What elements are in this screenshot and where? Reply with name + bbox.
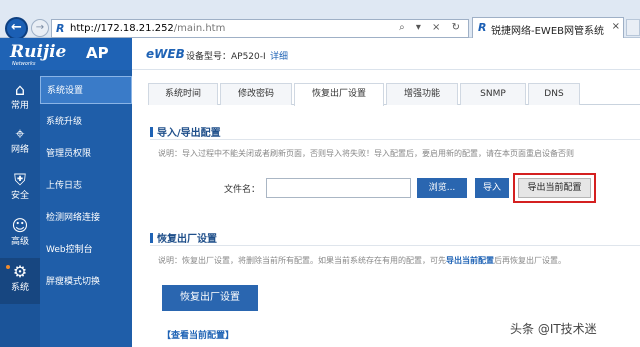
brand-subtitle: Networks <box>12 61 36 67</box>
tab-enhanced[interactable]: 增强功能 <box>386 83 458 105</box>
detail-link[interactable]: 详细 <box>270 49 288 62</box>
tab-title: 锐捷网络-EWEB网管系统 <box>491 26 604 37</box>
menu-network-check[interactable]: 检测网络连接 <box>40 204 132 232</box>
brand-ap: AP <box>86 44 109 62</box>
view-config-link[interactable]: 【查看当前配置】 <box>162 328 234 341</box>
menu-system-upgrade[interactable]: 系统升级 <box>40 108 132 136</box>
tab-change-password[interactable]: 修改密码 <box>220 83 292 105</box>
user-gear-icon: ☺ <box>11 216 29 235</box>
forward-icon[interactable]: → <box>31 19 49 37</box>
network-icon: ⌖ <box>15 124 25 143</box>
sidebar-icon-label: 网络 <box>10 145 29 155</box>
export-config-button[interactable]: 导出当前配置 <box>518 178 591 198</box>
file-name-label: 文件名： <box>224 185 261 195</box>
sidebar-icon-security[interactable]: ⛨ 安全 <box>0 166 40 212</box>
address-actions-icon[interactable]: ⌕ ▾ × ↻ <box>399 22 464 33</box>
home-icon: ⌂ <box>14 80 26 99</box>
restore-title: 恢复出厂设置 <box>150 230 217 245</box>
menu-web-console[interactable]: Web控制台 <box>40 236 132 264</box>
file-name-input[interactable] <box>266 178 411 198</box>
settings-tabs: 系统时间 修改密码 恢复出厂设置 增强功能 SNMP DNS <box>148 83 640 106</box>
notification-dot <box>6 265 10 269</box>
sidebar-icon-label: 高级 <box>10 237 29 247</box>
section-divider <box>150 139 640 140</box>
tab-system-time[interactable]: 系统时间 <box>148 83 218 105</box>
import-button[interactable]: 导入 <box>475 178 509 198</box>
tab-factory-reset[interactable]: 恢复出厂设置 <box>294 83 384 106</box>
export-config-link[interactable]: 导出当前配置 <box>446 256 494 265</box>
browse-button[interactable]: 浏览... <box>417 178 467 198</box>
sidebar-icon-label: 常用 <box>10 101 29 111</box>
sidebar-icon-label: 系统 <box>10 283 29 293</box>
tab-dns[interactable]: DNS <box>528 83 580 105</box>
import-export-title: 导入/导出配置 <box>150 124 221 139</box>
sidebar-icon-common[interactable]: ⌂ 常用 <box>0 76 40 122</box>
factory-reset-button[interactable]: 恢复出厂设置 <box>162 285 258 311</box>
section-marker <box>150 233 153 243</box>
watermark: 头条 @IT技术迷 <box>510 322 597 336</box>
restore-note: 说明：恢复出厂设置，将删除当前所有配置。如果当前系统存在有用的配置，可先导出当前… <box>158 256 566 265</box>
site-favicon-icon: R <box>56 22 65 35</box>
new-tab-button[interactable] <box>626 19 640 36</box>
device-model: 设备型号：AP520-I <box>186 52 266 62</box>
sidebar-icon-label: 安全 <box>10 191 29 201</box>
shield-icon: ⛨ <box>13 170 26 189</box>
tab-snmp[interactable]: SNMP <box>460 83 526 105</box>
url-text[interactable]: http://172.18.21.252/main.htm <box>70 23 225 34</box>
eweb-logo: eWEB <box>146 47 185 61</box>
back-icon[interactable]: ← <box>5 17 28 40</box>
tab-favicon-icon: R <box>478 21 487 34</box>
address-bar[interactable]: R http://172.18.21.252/main.htm ⌕ ▾ × ↻ <box>51 19 469 38</box>
menu-fat-thin-switch[interactable]: 胖瘦模式切换 <box>40 268 132 296</box>
menu-admin-permission[interactable]: 管理员权限 <box>40 140 132 168</box>
brand-logo: Ruijie <box>10 42 67 62</box>
section-divider <box>150 245 640 246</box>
menu-upload-log[interactable]: 上传日志 <box>40 172 132 200</box>
import-export-note: 说明：导入过程中不能关闭或者刷新页面，否则导入将失败！导入配置后，要启用新的配置… <box>158 149 574 158</box>
sidebar-icon-advanced[interactable]: ☺ 高级 <box>0 212 40 258</box>
sidebar-icon-network[interactable]: ⌖ 网络 <box>0 120 40 166</box>
section-marker <box>150 127 153 137</box>
menu-system-settings[interactable]: 系统设置 <box>40 76 132 104</box>
tab-close-icon[interactable]: × <box>612 21 620 32</box>
browser-tab[interactable]: R 锐捷网络-EWEB网管系统 × <box>472 17 624 38</box>
